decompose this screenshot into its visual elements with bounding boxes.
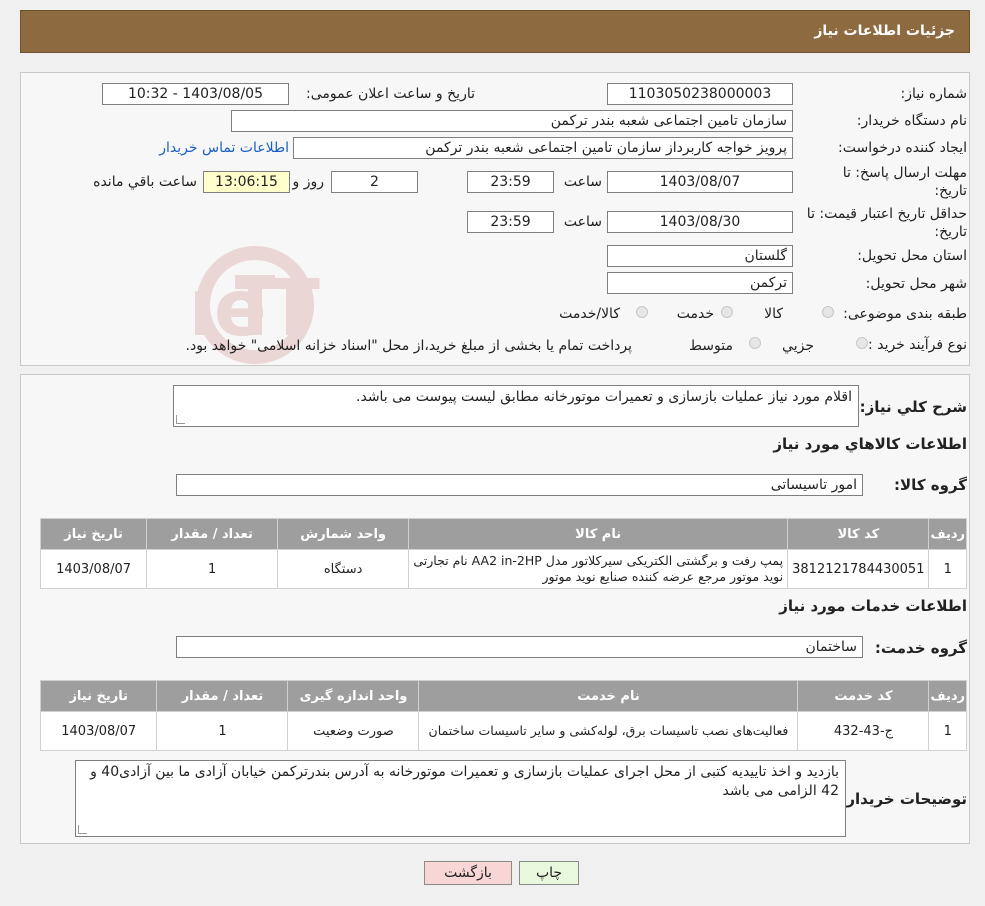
goods-group-label: گروه کالا: [894,476,967,494]
purchase-option-medium: متوسط [689,338,733,354]
category-radio-goods-service[interactable] [636,306,648,318]
col-measure-unit: واحد اندازه گيری [287,680,420,712]
province-field[interactable]: گلستان [607,245,793,267]
table-row[interactable]: 1 3812121784430051 پمپ رفت و برگشتی الکت… [39,549,967,589]
category-radio-service[interactable] [721,306,733,318]
goods-section-title: اطلاعات کالاهاي مورد نياز [773,435,967,453]
requester-label: ایجاد کننده درخواست: [838,140,967,156]
page-title: جزئیات اطلاعات نیاز [814,23,955,39]
service-code: ج-43-432 [797,711,930,751]
reply-deadline-label-2: تاریخ: [934,183,967,199]
service-name: فعالیت‌های نصب تاسیسات برق، لوله‌کشی و س… [418,711,799,751]
city-label: شهر محل تحویل: [865,276,967,292]
purchase-radio-medium[interactable] [749,337,761,349]
reply-date-field[interactable]: 1403/08/07 [607,171,793,193]
category-radio-goods[interactable] [822,306,834,318]
services-section-title: اطلاعات خدمات مورد نياز [779,597,967,615]
col-row: رديف [928,680,967,712]
col-qty: تعداد / مقدار [156,680,289,712]
row-number: 1 [928,549,967,589]
table-row[interactable]: 1 ج-43-432 فعالیت‌های نصب تاسیسات برق، ل… [39,711,967,751]
back-button[interactable]: بازگشت [424,861,512,885]
services-table-header: رديف کد خدمت نام خدمت واحد اندازه گيری ت… [39,680,967,712]
purchase-radio-minor[interactable] [856,337,868,349]
service-unit: صورت وضعیت [287,711,420,751]
col-row: رديف [928,518,967,550]
category-label: طبقه بندی موضوعی: [843,306,967,322]
reply-days-field[interactable]: 2 [331,171,418,193]
col-goods-name: نام کالا [408,518,789,550]
category-option-service: خدمت [676,306,714,322]
buyer-org-label: نام دستگاه خریدار: [856,113,967,129]
requester-field[interactable]: پرویز خواجه کاربرداز سازمان تامین اجتماع… [293,137,793,159]
purchase-type-label: نوع فرآیند خرید : [868,337,967,353]
col-qty: تعداد / مقدار [146,518,279,550]
buyer-notes-text: بازدید و اخذ تاییدیه کتبی از محل اجرای ع… [90,764,839,799]
buyer-notes-label: توضيحات خريدار: [840,790,967,808]
page-header: جزئیات اطلاعات نیاز [20,10,970,53]
city-field[interactable]: ترکمن [607,272,793,294]
remaining-time-field: 13:06:15 [203,171,290,193]
buyer-contact-link[interactable]: اطلاعات تماس خریدار [159,140,289,156]
goods-need-date: 1403/08/07 [39,549,148,589]
col-unit: واحد شمارش [277,518,410,550]
row-number: 1 [928,711,967,751]
col-need-date: تاريخ نياز [39,518,148,550]
goods-table: رديف کد کالا نام کالا واحد شمارش تعداد /… [39,518,967,589]
category-option-goods-service: کالا/خدمت [559,306,620,322]
goods-group-field[interactable]: امور تاسیساتی [176,474,863,496]
goods-qty: 1 [146,549,279,589]
goods-unit: دستگاه [277,549,410,589]
announce-datetime-field[interactable]: 1403/08/05 - 10:32 [102,83,289,105]
reply-deadline-label: مهلت ارسال پاسخ: تا [842,165,967,181]
col-need-date: تاريخ نياز [39,680,158,712]
resize-grip-icon[interactable] [176,415,185,424]
need-number-field[interactable]: 1103050238000003 [607,83,793,105]
col-service-code: کد خدمت [797,680,930,712]
col-service-name: نام خدمت [418,680,799,712]
price-validity-label-2: تاریخ: [934,224,967,240]
purchase-option-minor: جزيي [782,338,814,354]
services-table: رديف کد خدمت نام خدمت واحد اندازه گيری ت… [39,680,967,751]
col-goods-code: کد کالا [787,518,930,550]
validity-date-field[interactable]: 1403/08/30 [607,211,793,233]
service-qty: 1 [156,711,289,751]
category-option-goods: کالا [764,306,783,322]
goods-code: 3812121784430051 [787,549,930,589]
need-number-label: شماره نیاز: [900,86,968,102]
buyer-org-field[interactable]: سازمان تامین اجتماعی شعبه بندر ترکمن [231,110,793,132]
validity-time-word: ساعت [563,214,602,230]
print-button[interactable]: چاپ [519,861,579,885]
reply-time-field[interactable]: 23:59 [467,171,554,193]
services-group-label: گروه خدمت: [874,639,967,657]
services-group-field[interactable]: ساختمان [176,636,863,658]
remaining-label: ساعت باقي مانده [93,174,197,190]
buyer-notes-textarea[interactable]: بازدید و اخذ تاییدیه کتبی از محل اجرای ع… [75,760,846,837]
day-word: روز و [292,174,325,190]
announce-datetime-label: تاریخ و ساعت اعلان عمومی: [306,86,475,102]
goods-table-header: رديف کد کالا نام کالا واحد شمارش تعداد /… [39,518,967,550]
service-need-date: 1403/08/07 [39,711,158,751]
summary-text: اقلام مورد نیاز عملیات بازسازی و تعمیرات… [356,389,852,405]
province-label: استان محل تحویل: [857,248,967,264]
summary-label: شرح کلي نياز: [859,398,967,416]
purchase-treasury-note: پرداخت تمام یا بخشی از مبلغ خرید،از محل … [185,338,632,354]
summary-textarea[interactable]: اقلام مورد نیاز عملیات بازسازی و تعمیرات… [173,385,859,427]
price-validity-label: حداقل تاریخ اعتبار قیمت: تا [806,206,967,222]
resize-grip-icon[interactable] [78,825,87,834]
reply-time-word: ساعت [563,174,602,190]
goods-name: پمپ رفت و برگشتی الکتریکی سیرکلاتور مدل … [408,549,789,589]
validity-time-field[interactable]: 23:59 [467,211,554,233]
